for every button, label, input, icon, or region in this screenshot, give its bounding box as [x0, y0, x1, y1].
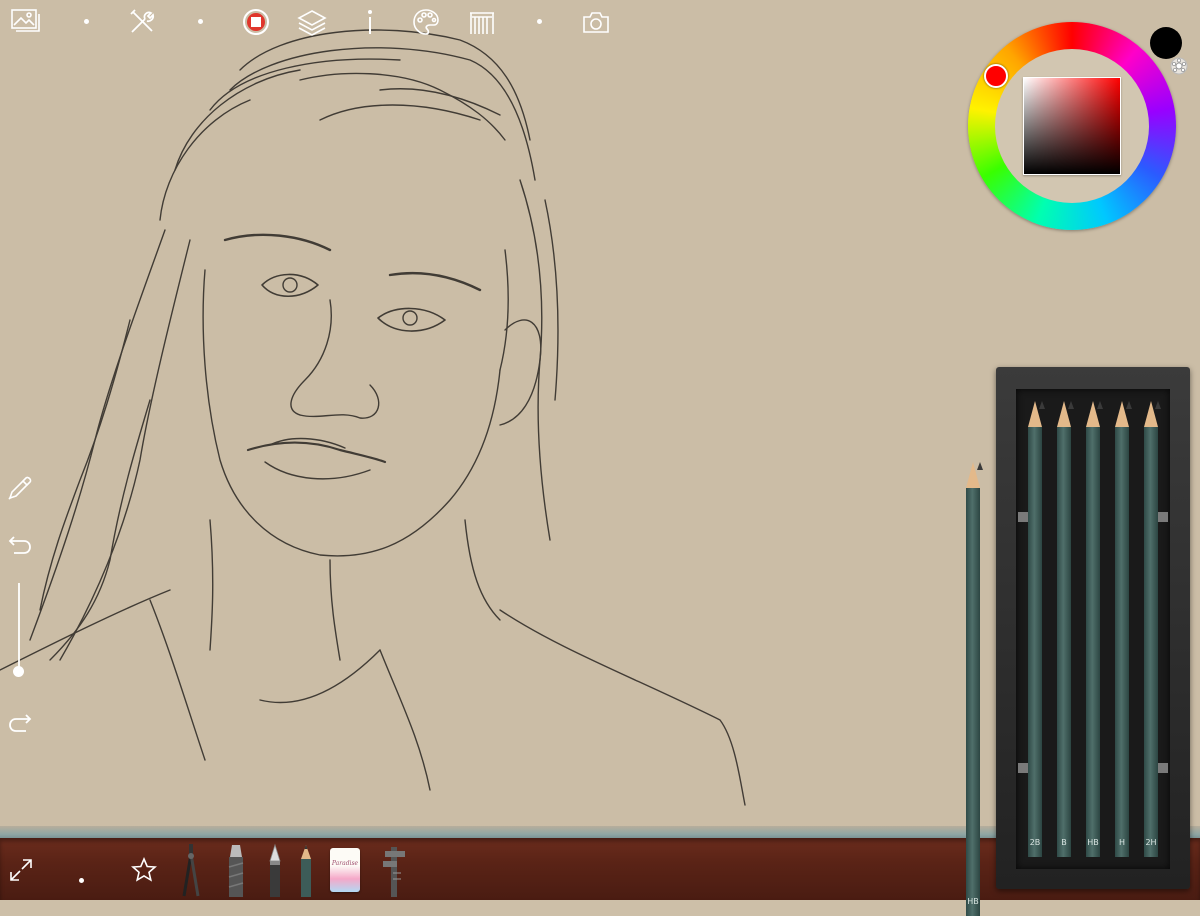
- canvas-icon[interactable]: [466, 6, 498, 38]
- separator-dot: [79, 878, 84, 883]
- favorites-star-icon[interactable]: [128, 840, 160, 900]
- knife-icon[interactable]: [264, 840, 286, 900]
- tray-clip: [1158, 512, 1168, 522]
- hue-knob[interactable]: [984, 64, 1008, 88]
- separator-dot: [537, 19, 542, 24]
- caliper-icon[interactable]: [378, 840, 412, 900]
- eraser-brand: Paradise: [331, 860, 359, 867]
- tray-clip: [1018, 763, 1028, 773]
- separator-dot: [198, 19, 203, 24]
- pencil-box: 2B B HB H 2H: [996, 367, 1190, 889]
- pencil-2h[interactable]: 2H: [1144, 401, 1161, 857]
- current-color-swatch[interactable]: [1150, 27, 1182, 59]
- pencil-grade-label: HB: [1087, 838, 1099, 847]
- camera-icon[interactable]: [580, 6, 612, 38]
- pencil-grade-label: H: [1118, 838, 1125, 847]
- top-toolbar: [0, 0, 640, 44]
- redo-icon[interactable]: [4, 706, 36, 738]
- fullscreen-icon[interactable]: [6, 840, 36, 900]
- active-pencil[interactable]: HB: [966, 462, 983, 916]
- color-swatches-icon[interactable]: [1169, 56, 1189, 76]
- pencil-b[interactable]: B: [1057, 401, 1074, 857]
- bottom-toolbar: Paradise: [0, 840, 460, 900]
- pencil-grade-label: 2H: [1145, 838, 1157, 847]
- gallery-icon[interactable]: [10, 6, 42, 38]
- pencil-grade-label: B: [1061, 838, 1067, 847]
- tools-icon[interactable]: [126, 6, 158, 38]
- cutter-icon[interactable]: [224, 840, 248, 900]
- compass-icon[interactable]: [178, 840, 204, 900]
- record-icon[interactable]: [240, 6, 272, 38]
- layers-icon[interactable]: [296, 6, 328, 38]
- color-picker: [964, 20, 1184, 235]
- pencil-icon[interactable]: [296, 840, 316, 900]
- brush-size-slider[interactable]: [18, 583, 20, 673]
- tray-clip: [1018, 512, 1028, 522]
- palette-icon[interactable]: [410, 6, 442, 38]
- tray-clip: [1158, 763, 1168, 773]
- undo-icon[interactable]: [4, 528, 36, 560]
- saturation-value-square[interactable]: [1023, 77, 1121, 175]
- info-icon[interactable]: [354, 6, 386, 38]
- pencil-h[interactable]: H: [1115, 401, 1132, 857]
- eyedropper-icon[interactable]: [4, 472, 36, 504]
- pencil-2b[interactable]: 2B: [1028, 401, 1045, 857]
- separator-dot: [84, 19, 89, 24]
- pencil-hb[interactable]: HB: [1086, 401, 1103, 857]
- eraser-icon[interactable]: Paradise: [328, 840, 362, 900]
- brush-size-knob[interactable]: [13, 666, 24, 677]
- pencil-grade-label: 2B: [1029, 838, 1041, 847]
- active-pencil-grade: HB: [967, 897, 979, 906]
